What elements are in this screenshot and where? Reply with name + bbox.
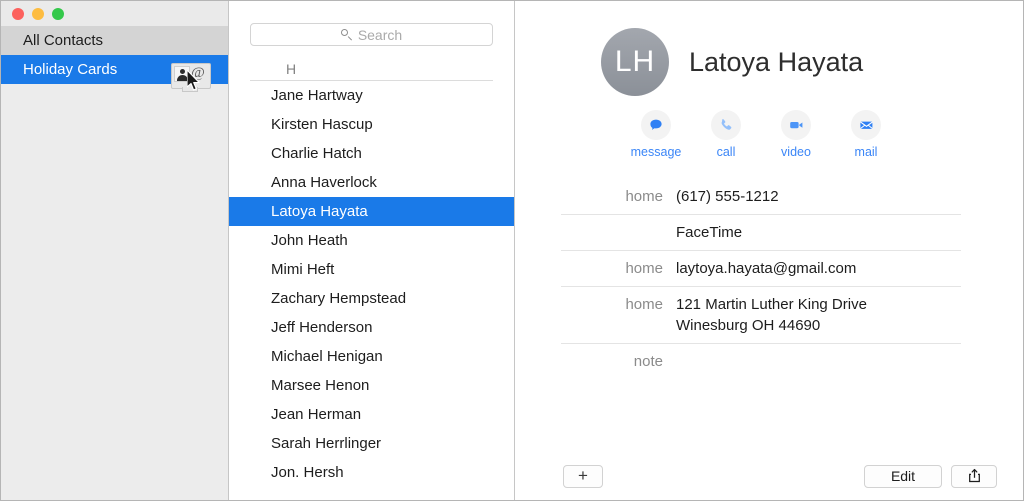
window-traffic-lights (1, 1, 228, 26)
field-row-note[interactable]: note (561, 344, 961, 379)
contact-name: Jon. Hersh (271, 464, 344, 481)
contact-name: Kirsten Hascup (271, 116, 373, 133)
edit-button-label: Edit (890, 468, 916, 484)
contact-name: Mimi Heft (271, 261, 335, 278)
search-input[interactable]: Search (250, 23, 493, 46)
sidebar-item-holiday-cards[interactable]: Holiday Cards (1, 55, 228, 84)
list-item[interactable]: Marsee Henon (229, 371, 514, 400)
field-value-email: laytoya.hayata@gmail.com (676, 260, 857, 277)
contact-full-name: Latoya Hayata (689, 46, 864, 77)
share-button[interactable] (951, 464, 997, 488)
contact-name: Jean Herman (271, 406, 362, 423)
contact-name: Michael Henigan (271, 348, 383, 365)
field-label: note (633, 353, 663, 370)
contact-name: Zachary Hempstead (271, 290, 407, 307)
contacts-window: All Contacts Holiday Cards @ Search H Ja… (0, 0, 1024, 501)
quick-action-row: message call video mail (515, 110, 1023, 159)
mail-label: mail (854, 145, 878, 159)
list-item[interactable]: Sarah Herrlinger (229, 429, 514, 458)
list-item[interactable]: Jean Herman (229, 400, 514, 429)
video-label: video (781, 145, 811, 159)
list-item-selected[interactable]: Latoya Hayata (229, 197, 514, 226)
video-camera-icon (781, 110, 811, 140)
list-item[interactable]: John Heath (229, 226, 514, 255)
contact-fields: home (617) 555-1212 FaceTime home laytoy… (515, 179, 1023, 379)
field-row-email[interactable]: home laytoya.hayata@gmail.com (561, 251, 961, 287)
minimize-window-button[interactable] (32, 7, 44, 20)
list-item[interactable]: Charlie Hatch (229, 139, 514, 168)
contact-name: Jane Hartway (271, 87, 363, 104)
avatar: LH (601, 28, 669, 96)
field-label: home (625, 296, 663, 313)
sidebar-item-label: Holiday Cards (23, 61, 118, 78)
edit-button[interactable]: Edit (864, 464, 942, 488)
message-button[interactable]: message (631, 110, 681, 159)
plus-icon: + (578, 466, 588, 485)
sidebar-item-label: All Contacts (23, 32, 104, 49)
mail-button[interactable]: mail (849, 110, 883, 159)
drag-card-foot (182, 87, 198, 92)
add-contact-button[interactable]: + (563, 464, 603, 488)
search-placeholder: Search (357, 26, 403, 43)
share-box-arrow-up-icon (968, 468, 980, 483)
list-item[interactable]: Jon. Hersh (229, 458, 514, 487)
search-icon (340, 29, 352, 40)
contact-name: Anna Haverlock (271, 174, 377, 191)
list-item[interactable]: Kirsten Hascup (229, 110, 514, 139)
envelope-icon (851, 110, 881, 140)
contact-name: Latoya Hayata (271, 203, 368, 220)
search-container: Search (229, 1, 514, 46)
contact-header: LH Latoya Hayata (515, 1, 1023, 96)
contact-name: Charlie Hatch (271, 145, 362, 162)
list-item[interactable]: Michael Henigan (229, 342, 514, 371)
contact-name: Jeff Henderson (271, 319, 373, 336)
field-label: home (625, 260, 663, 277)
zoom-window-button[interactable] (52, 7, 64, 20)
close-window-button[interactable] (12, 7, 24, 20)
list-item[interactable]: Zachary Hempstead (229, 284, 514, 313)
message-bubble-icon (641, 110, 671, 140)
sidebar-item-all-contacts[interactable]: All Contacts (1, 26, 228, 55)
field-value-phone: (617) 555-1212 (676, 188, 779, 205)
list-item[interactable]: Jeff Henderson (229, 313, 514, 342)
call-label: call (716, 145, 736, 159)
contact-list-pane: Search H Jane Hartway Kirsten Hascup Cha… (229, 1, 515, 500)
field-label: home (625, 188, 663, 205)
contact-name: Sarah Herrlinger (271, 435, 382, 452)
contact-list: Jane Hartway Kirsten Hascup Charlie Hatc… (229, 81, 514, 487)
video-button[interactable]: video (779, 110, 813, 159)
list-item[interactable]: Jane Hartway (229, 81, 514, 110)
list-section-header: H (250, 61, 493, 81)
message-label: message (630, 145, 682, 159)
field-value-facetime: FaceTime (676, 224, 743, 241)
contact-detail-pane: LH Latoya Hayata message call video mail… (515, 1, 1023, 500)
field-value-address: 121 Martin Luther King Drive Winesburg O… (676, 296, 867, 334)
list-item[interactable]: Anna Haverlock (229, 168, 514, 197)
phone-icon (711, 110, 741, 140)
field-row-phone[interactable]: home (617) 555-1212 (561, 179, 961, 215)
contact-name: John Heath (271, 232, 348, 249)
list-item[interactable]: Mimi Heft (229, 255, 514, 284)
detail-bottom-bar: + Edit (515, 452, 1023, 500)
call-button[interactable]: call (709, 110, 743, 159)
field-row-facetime[interactable]: FaceTime (561, 215, 961, 251)
field-row-address[interactable]: home 121 Martin Luther King Drive Winesb… (561, 287, 961, 344)
sidebar: All Contacts Holiday Cards @ (1, 1, 229, 500)
contact-name: Marsee Henon (271, 377, 370, 394)
